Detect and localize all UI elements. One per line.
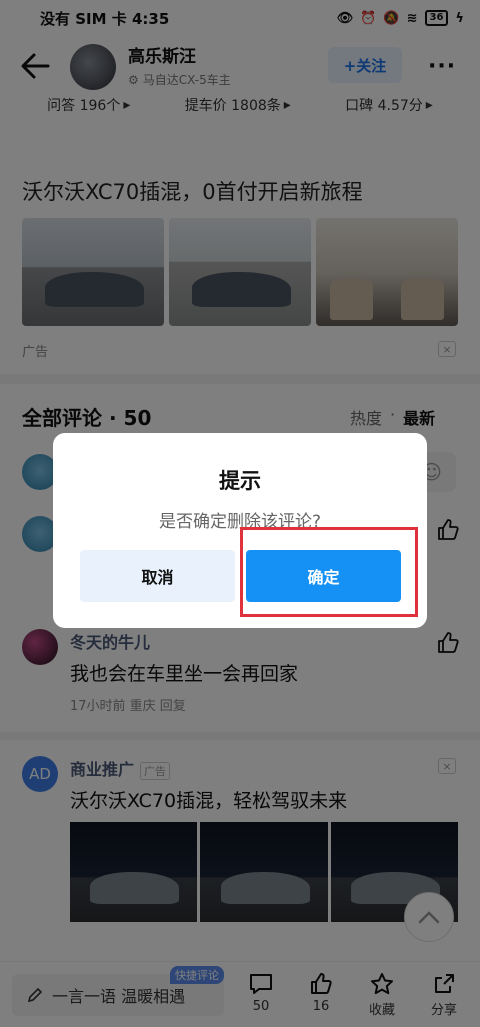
- dialog-title: 提示: [219, 469, 261, 493]
- cancel-button[interactable]: 取消: [80, 550, 235, 602]
- annotation-highlight-box: [240, 527, 418, 617]
